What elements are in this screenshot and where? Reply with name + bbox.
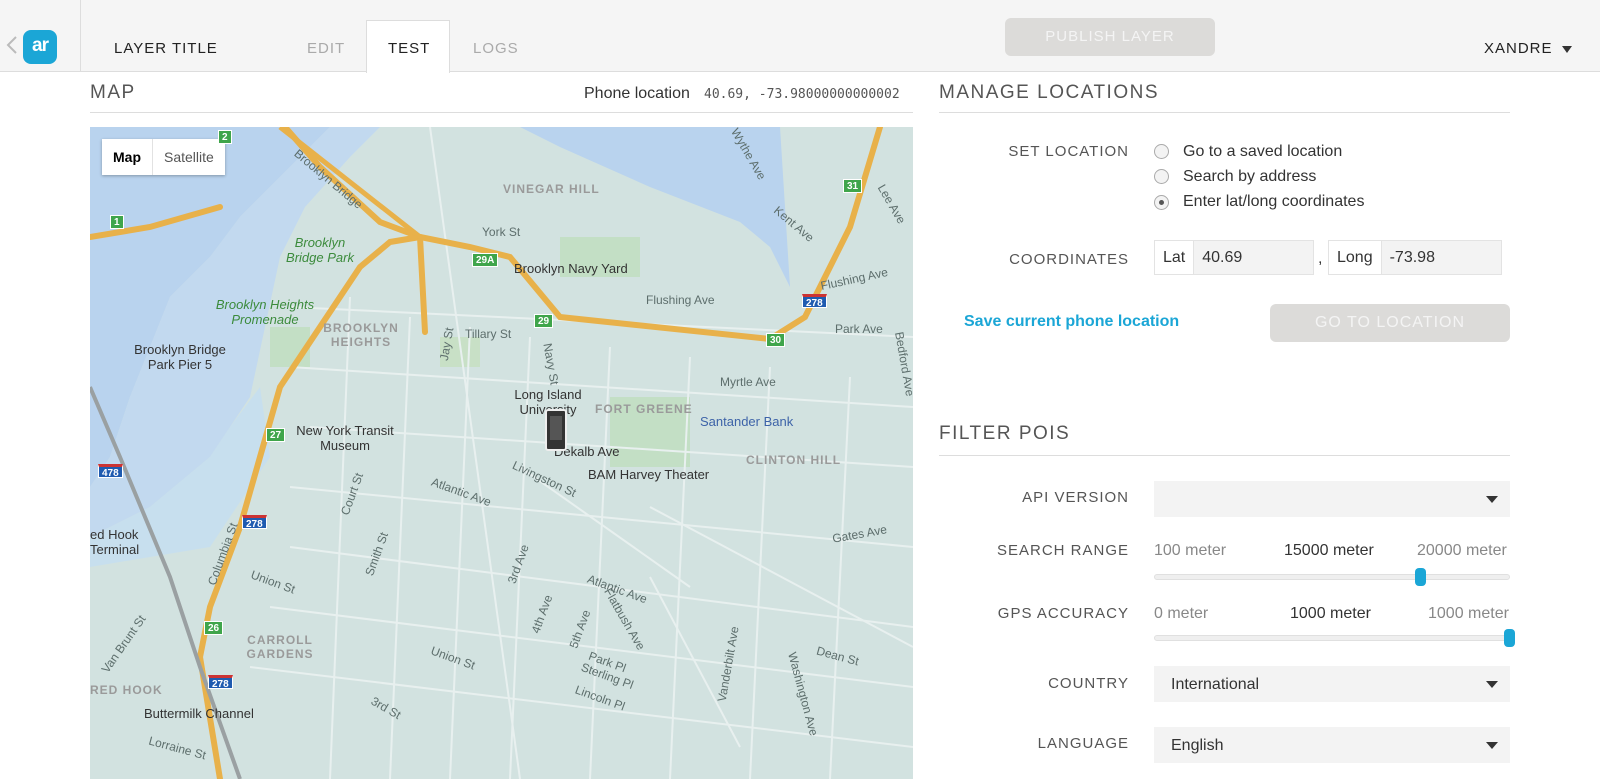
api-version-select[interactable] (1154, 481, 1510, 517)
radio-search-address[interactable] (1154, 169, 1169, 184)
map-label: ed Hook Terminal (90, 527, 140, 557)
map-label: CLINTON HILL (746, 453, 842, 467)
map-label: Myrtle Ave (720, 375, 776, 389)
gps-accuracy-label: GPS ACCURACY (997, 605, 1129, 622)
map-label: Buttermilk Channel (144, 706, 254, 721)
coordinates-label: COORDINATES (1009, 251, 1129, 268)
map-label: Flushing Ave (646, 293, 715, 307)
long-input[interactable]: -73.98 (1381, 241, 1501, 274)
long-label: Long (1329, 241, 1382, 274)
manage-locations-heading: MANAGE LOCATIONS (939, 82, 1160, 103)
map-label: York St (482, 225, 521, 239)
map-heading: MAP (90, 82, 136, 103)
map-type-map[interactable]: Map (102, 139, 153, 175)
filter-pois-divider (939, 455, 1510, 456)
route-shield: 278 (802, 294, 827, 309)
route-shield: 2 (218, 130, 232, 144)
map-label: Brooklyn Bridge Park (286, 235, 354, 265)
map-label: Park Ave (835, 322, 883, 336)
lat-field[interactable]: Lat 40.69 (1154, 240, 1314, 275)
language-value: English (1171, 737, 1224, 754)
tab-edit[interactable]: EDIT (307, 40, 345, 57)
radio-lat-long-label[interactable]: Enter lat/long coordinates (1183, 193, 1364, 211)
gps-accuracy-handle[interactable] (1504, 629, 1515, 647)
phone-location-value: 40.69, -73.98000000000002 (704, 87, 900, 102)
api-version-label: API VERSION (1022, 489, 1129, 506)
route-shield: 278 (242, 515, 267, 530)
route-shield: 27 (266, 428, 286, 442)
route-shield: 30 (766, 333, 786, 347)
tab-test[interactable]: TEST (388, 40, 430, 57)
map-label: Brooklyn Navy Yard (514, 261, 628, 276)
lat-input[interactable]: 40.69 (1194, 241, 1313, 274)
language-select[interactable]: English (1154, 727, 1510, 763)
route-shield: 29A (472, 253, 499, 267)
phone-location-marker-icon[interactable] (545, 409, 567, 451)
route-shield: 278 (208, 675, 233, 690)
map-label: Tillary St (465, 327, 512, 341)
search-range-handle[interactable] (1415, 568, 1427, 586)
long-field[interactable]: Long -73.98 (1328, 240, 1502, 275)
header-divider (80, 0, 81, 72)
map-label: FORT GREENE (595, 402, 693, 416)
map-canvas[interactable]: Map Satellite 2 1 29A 29 30 31 278 478 2… (90, 127, 913, 779)
filter-pois-heading: FILTER POIS (939, 423, 1071, 444)
map-label: CARROLL GARDENS (246, 633, 314, 661)
save-phone-location-link[interactable]: Save current phone location (964, 313, 1179, 331)
publish-layer-button[interactable]: PUBLISH LAYER (1005, 18, 1215, 56)
gps-accuracy-slider[interactable] (1154, 629, 1515, 647)
search-range-max: 20000 meter (1417, 542, 1507, 559)
top-bar: ar LAYER TITLE EDIT TEST LOGS PUBLISH LA… (0, 0, 1600, 73)
search-range-current: 15000 meter (1284, 542, 1374, 559)
map-divider (90, 112, 913, 113)
search-range-label: SEARCH RANGE (996, 542, 1129, 559)
tab-logs[interactable]: LOGS (473, 40, 519, 57)
route-shield: 26 (204, 621, 224, 635)
route-shield: 31 (843, 179, 863, 193)
map-label: Brooklyn Bridge Park Pier 5 (134, 342, 226, 372)
gps-accuracy-current: 1000 meter (1290, 605, 1371, 622)
map-label: RED HOOK (90, 683, 163, 697)
map-type-satellite[interactable]: Satellite (153, 139, 225, 175)
set-location-label: SET LOCATION (1008, 143, 1129, 160)
app-logo[interactable]: ar (23, 30, 57, 64)
map-label: New York Transit Museum (296, 423, 394, 453)
map-label: Santander Bank (700, 414, 794, 429)
back-chevron-icon[interactable] (6, 35, 18, 55)
search-range-slider[interactable] (1154, 568, 1510, 586)
layer-title[interactable]: LAYER TITLE (114, 40, 218, 57)
route-shield: 29 (534, 314, 554, 328)
user-menu[interactable]: XANDRE (1484, 40, 1553, 57)
country-select[interactable]: International (1154, 666, 1510, 702)
search-range-min: 100 meter (1154, 542, 1227, 559)
route-shield: 1 (110, 215, 124, 229)
country-value: International (1171, 676, 1260, 693)
coord-separator: , (1318, 250, 1323, 267)
gps-accuracy-min: 0 meter (1154, 605, 1209, 622)
caret-down-icon[interactable] (1562, 46, 1572, 53)
gps-accuracy-max: 1000 meter (1428, 605, 1509, 622)
map-label: VINEGAR HILL (503, 182, 600, 196)
map-label: Brooklyn Heights Promenade (215, 297, 315, 327)
chevron-down-icon (1486, 681, 1498, 688)
lat-label: Lat (1155, 241, 1195, 274)
chevron-down-icon (1486, 496, 1498, 503)
language-label: LANGUAGE (1037, 735, 1129, 752)
radio-saved-location[interactable] (1154, 144, 1169, 159)
chevron-down-icon (1486, 742, 1498, 749)
country-label: COUNTRY (1048, 675, 1129, 692)
route-shield: 478 (98, 464, 123, 479)
go-to-location-button[interactable]: GO TO LOCATION (1270, 304, 1510, 342)
radio-search-address-label[interactable]: Search by address (1183, 168, 1316, 186)
radio-saved-location-label[interactable]: Go to a saved location (1183, 143, 1342, 161)
map-label: BROOKLYN HEIGHTS (323, 321, 399, 349)
map-type-toggle[interactable]: Map Satellite (102, 139, 225, 175)
phone-location-label: Phone location (584, 85, 690, 102)
map-label: BAM Harvey Theater (588, 467, 710, 482)
radio-lat-long[interactable] (1154, 195, 1169, 210)
manage-locations-divider (939, 112, 1510, 113)
